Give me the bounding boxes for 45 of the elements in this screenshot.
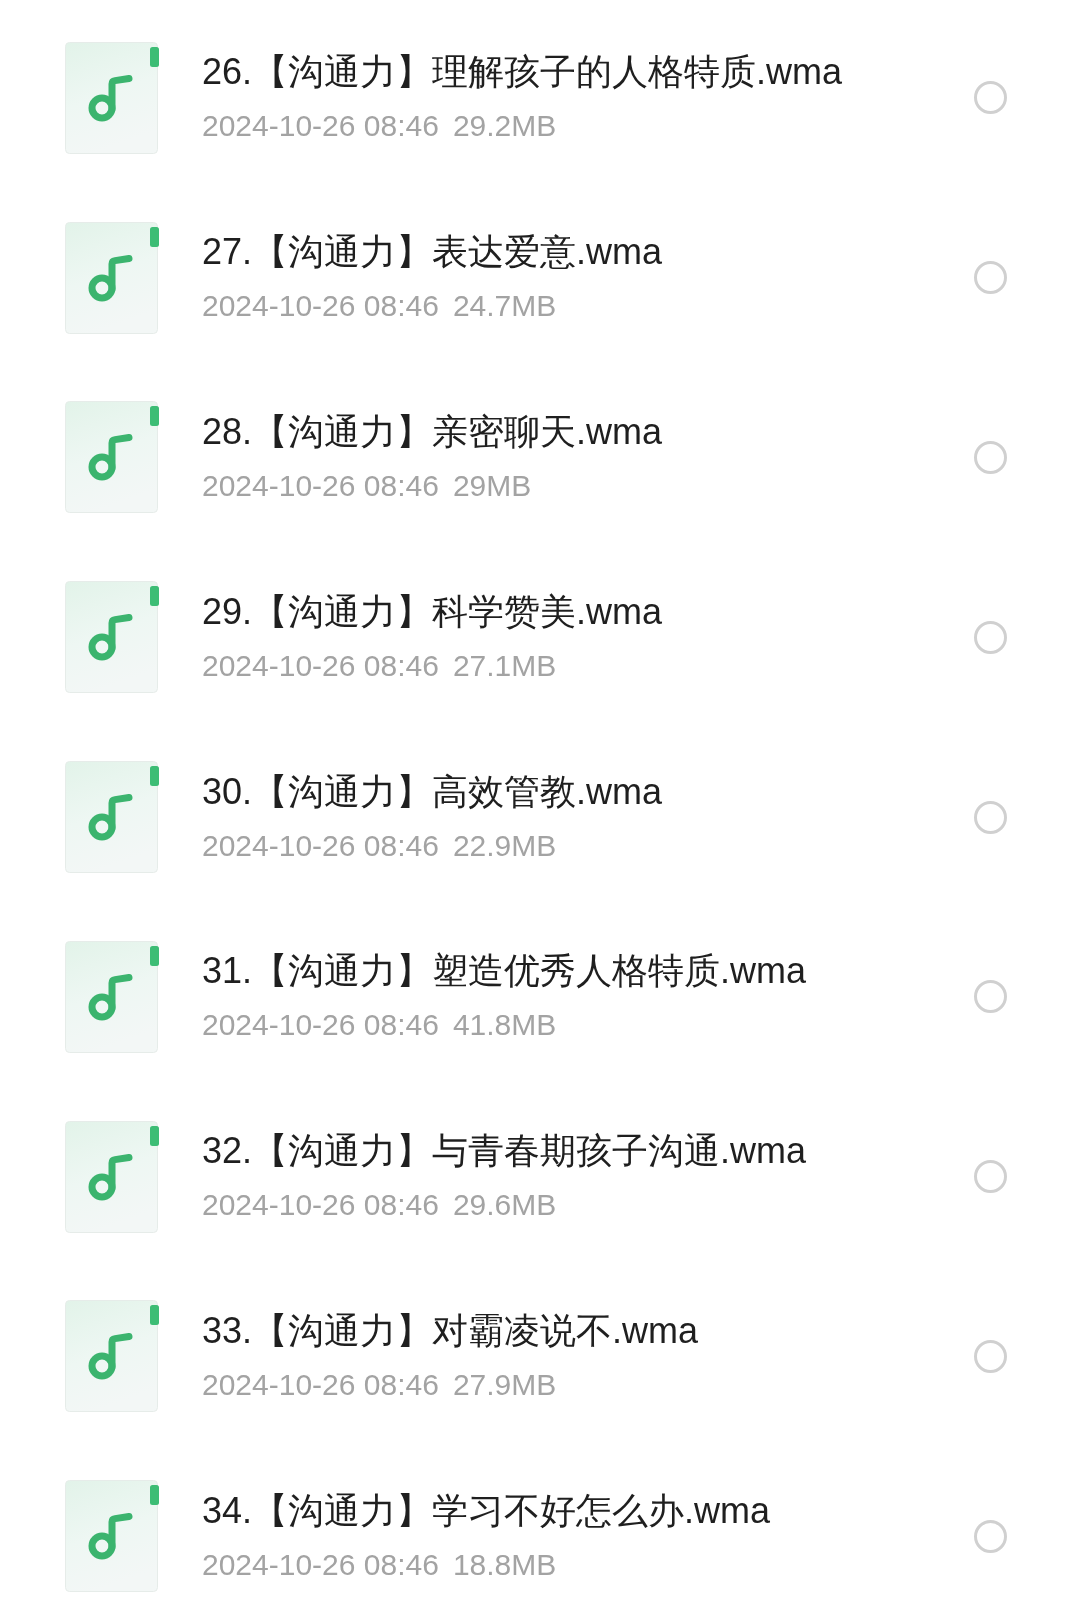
file-size: 29.6MB	[452, 1187, 557, 1224]
select-radio[interactable]	[974, 1519, 1007, 1553]
file-name: 31.【沟通力】塑造优秀人格特质.wma	[202, 949, 807, 994]
music-file-icon	[65, 1300, 159, 1413]
file-date: 2024-10-26 08:46	[202, 647, 439, 684]
select-radio[interactable]	[974, 620, 1007, 654]
music-file-icon	[65, 1120, 159, 1233]
select-radio[interactable]	[974, 441, 1007, 474]
music-file-icon	[65, 41, 159, 154]
music-file-icon	[65, 401, 159, 514]
file-date: 2024-10-26 08:46	[202, 468, 439, 504]
file-size: 22.9MB	[452, 827, 557, 864]
file-name: 34.【沟通力】学习不好怎么办.wma	[202, 1488, 771, 1533]
select-radio[interactable]	[974, 1339, 1007, 1373]
file-size: 24.7MB	[452, 288, 557, 325]
file-name: 26.【沟通力】理解孩子的人格特质.wma	[202, 50, 843, 95]
file-name: 32.【沟通力】与青春期孩子沟通.wma	[202, 1129, 807, 1174]
music-file-icon	[65, 940, 159, 1053]
file-name: 29.【沟通力】科学赞美.wma	[202, 589, 663, 634]
music-file-icon	[65, 581, 159, 694]
music-file-icon	[65, 221, 159, 334]
file-name: 33.【沟通力】对霸凌说不.wma	[202, 1308, 699, 1353]
select-radio[interactable]	[974, 1160, 1007, 1194]
file-date: 2024-10-26 08:46	[202, 1007, 439, 1044]
file-size: 27.1MB	[452, 647, 557, 684]
file-name: 28.【沟通力】亲密聊天.wma	[202, 410, 663, 454]
file-size: 27.9MB	[452, 1366, 557, 1403]
file-size: 29MB	[452, 468, 532, 504]
music-file-icon	[65, 761, 159, 874]
file-date: 2024-10-26 08:46	[202, 288, 439, 325]
file-date: 2024-10-26 08:46	[202, 1546, 439, 1583]
file-size: 41.8MB	[452, 1007, 557, 1044]
file-size: 29.2MB	[452, 108, 557, 145]
select-radio[interactable]	[974, 81, 1007, 115]
select-radio[interactable]	[974, 980, 1007, 1014]
file-date: 2024-10-26 08:46	[202, 1187, 439, 1224]
select-radio[interactable]	[974, 800, 1007, 834]
select-radio[interactable]	[974, 261, 1007, 295]
file-date: 2024-10-26 08:46	[202, 827, 439, 864]
file-date: 2024-10-26 08:46	[202, 1366, 439, 1403]
file-name: 27.【沟通力】表达爱意.wma	[202, 230, 663, 275]
file-name: 30.【沟通力】高效管教.wma	[202, 769, 663, 814]
file-date: 2024-10-26 08:46	[202, 108, 439, 145]
file-size: 18.8MB	[452, 1546, 557, 1583]
music-file-icon	[65, 1480, 159, 1593]
